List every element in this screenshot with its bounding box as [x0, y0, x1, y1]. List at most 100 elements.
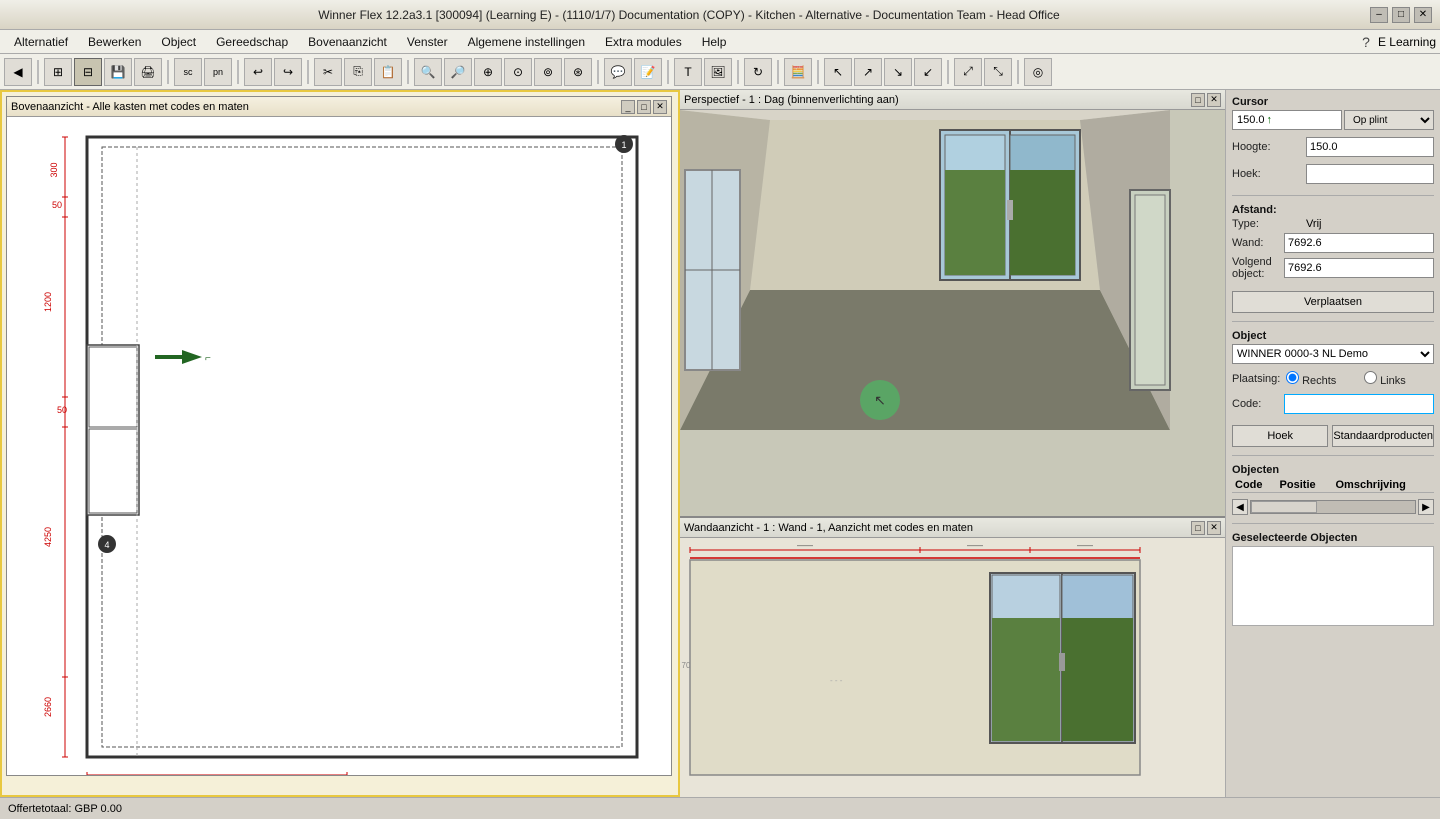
tb-msg2[interactable]: 📝 — [634, 58, 662, 86]
object-select[interactable]: WINNER 0000-3 NL Demo — [1232, 344, 1434, 364]
tb-zoom3[interactable]: ⊕ — [474, 58, 502, 86]
minimize-button[interactable]: – — [1370, 7, 1388, 23]
tb-sc[interactable]: sc — [174, 58, 202, 86]
col-code: Code — [1232, 478, 1277, 493]
menu-object[interactable]: Object — [151, 33, 206, 51]
standard-products-button[interactable]: Standaardproducten — [1332, 425, 1434, 447]
tb-move[interactable]: ⤢ — [954, 58, 982, 86]
tb-pn[interactable]: pn — [204, 58, 232, 86]
tb-sel3[interactable]: ↘ — [884, 58, 912, 86]
placement-right-radio[interactable] — [1286, 371, 1299, 384]
svg-text:↖: ↖ — [874, 392, 886, 408]
maximize-button[interactable]: □ — [1392, 7, 1410, 23]
cursor-section: Cursor 150.0 ↑ Op plint — [1232, 96, 1434, 133]
col-desc: Omschrijving — [1333, 478, 1435, 493]
plan-minimize[interactable]: _ — [621, 100, 635, 114]
next-obj-input[interactable] — [1284, 258, 1434, 278]
scroll-right[interactable]: ▶ — [1418, 499, 1434, 515]
tb-msg1[interactable]: 💬 — [604, 58, 632, 86]
tb-view1[interactable]: ⊞ — [44, 58, 72, 86]
plan-titlebar: Bovenaanzicht - Alle kasten met codes en… — [7, 97, 671, 117]
height-input[interactable] — [1306, 137, 1434, 157]
wall-content[interactable]: —— —— —— 70 - - — [680, 538, 1225, 797]
tb-zoom2[interactable]: 🔎 — [444, 58, 472, 86]
divider3 — [1232, 455, 1434, 456]
svg-text:——: —— — [1077, 541, 1093, 550]
scroll-thumb — [1251, 501, 1317, 513]
perspective-close[interactable]: ✕ — [1207, 93, 1221, 107]
code-input[interactable] — [1284, 394, 1434, 414]
placement-radios: Rechts Links — [1286, 371, 1434, 387]
offer-total: Offertetotaal: GBP 0.00 — [8, 803, 122, 815]
menu-gereedschap[interactable]: Gereedschap — [206, 33, 298, 51]
tb-undo[interactable]: ↩ — [244, 58, 272, 86]
perspective-title: Perspectief - 1 : Dag (binnenverlichting… — [684, 94, 899, 106]
svg-text:——: —— — [797, 541, 813, 550]
tb-copy[interactable]: ⎘ — [344, 58, 372, 86]
menu-alternatief[interactable]: Alternatief — [4, 33, 78, 51]
menu-bewerken[interactable]: Bewerken — [78, 33, 151, 51]
plan-maximize[interactable]: □ — [637, 100, 651, 114]
distance-label: Afstand: — [1232, 204, 1434, 216]
tb-zoom5[interactable]: ⊚ — [534, 58, 562, 86]
placement-label: Plaatsing: — [1232, 373, 1282, 385]
svg-text:50: 50 — [57, 405, 67, 415]
selected-objects-area — [1232, 546, 1434, 626]
svg-text:⌐: ⌐ — [205, 353, 211, 364]
tb-zoom6[interactable]: ⊛ — [564, 58, 592, 86]
tb-calc[interactable]: 🧮 — [784, 58, 812, 86]
tb-redo[interactable]: ↪ — [274, 58, 302, 86]
svg-text:70: 70 — [682, 661, 691, 670]
placement-left-radio[interactable] — [1364, 371, 1377, 384]
help-icon[interactable]: ? — [1362, 34, 1370, 50]
wall-input[interactable] — [1284, 233, 1434, 253]
menu-bovenaanzicht[interactable]: Bovenaanzicht — [298, 33, 397, 51]
divider2 — [1232, 321, 1434, 322]
svg-text:300: 300 — [49, 162, 59, 177]
scroll-track[interactable] — [1250, 500, 1416, 514]
tb-text[interactable]: T — [674, 58, 702, 86]
perspective-view: Perspectief - 1 : Dag (binnenverlichting… — [680, 90, 1225, 517]
wall-close[interactable]: ✕ — [1207, 521, 1221, 535]
tb-select[interactable]: ↖ — [824, 58, 852, 86]
cursor-option-select[interactable]: Op plint — [1344, 110, 1434, 130]
title-text: Winner Flex 12.2a3.1 [300094] (Learning … — [8, 8, 1370, 22]
tb-img[interactable]: 🖼 — [704, 58, 732, 86]
wall-label: Wand: — [1232, 237, 1280, 249]
tb-sel4[interactable]: ↙ — [914, 58, 942, 86]
status-bar: Offertetotaal: GBP 0.00 — [0, 797, 1440, 819]
wall-minimize[interactable]: □ — [1191, 521, 1205, 535]
tb-sel2[interactable]: ↗ — [854, 58, 882, 86]
tb-save2[interactable]: 🖨 — [134, 58, 162, 86]
tb-rotate[interactable]: ↻ — [744, 58, 772, 86]
plan-close[interactable]: ✕ — [653, 100, 667, 114]
object-select-row: WINNER 0000-3 NL Demo — [1232, 344, 1434, 364]
tb-zoom4[interactable]: ⊙ — [504, 58, 532, 86]
cursor-up-arrow: ↑ — [1267, 114, 1273, 126]
tb-cut[interactable]: ✂ — [314, 58, 342, 86]
perspective-content[interactable]: ↖ — [680, 110, 1225, 516]
menu-extra[interactable]: Extra modules — [595, 33, 692, 51]
right-section: Perspectief - 1 : Dag (binnenverlichting… — [680, 90, 1440, 797]
scroll-left[interactable]: ◀ — [1232, 499, 1248, 515]
tb-view2[interactable]: ⊟ — [74, 58, 102, 86]
menu-help[interactable]: Help — [692, 33, 737, 51]
next-obj-label: Volgend object: — [1232, 256, 1280, 280]
tb-save1[interactable]: 💾 — [104, 58, 132, 86]
tb-3d[interactable]: ◎ — [1024, 58, 1052, 86]
menu-algemene[interactable]: Algemene instellingen — [458, 33, 595, 51]
tb-zoom1[interactable]: 🔍 — [414, 58, 442, 86]
wall-view: Wandaanzicht - 1 : Wand - 1, Aanzicht me… — [680, 517, 1225, 797]
title-bar: Winner Flex 12.2a3.1 [300094] (Learning … — [0, 0, 1440, 30]
perspective-minimize[interactable]: □ — [1191, 93, 1205, 107]
corner-button[interactable]: Hoek — [1232, 425, 1328, 447]
menu-venster[interactable]: Venster — [397, 33, 458, 51]
close-button[interactable]: ✕ — [1414, 7, 1432, 23]
objects-label: Objecten — [1232, 464, 1434, 476]
code-label: Code: — [1232, 398, 1280, 410]
tb-paste[interactable]: 📋 — [374, 58, 402, 86]
tb-mirror[interactable]: ⤡ — [984, 58, 1012, 86]
angle-input[interactable] — [1306, 164, 1434, 184]
back-button[interactable]: ◀ — [4, 58, 32, 86]
move-button[interactable]: Verplaatsen — [1232, 291, 1434, 313]
